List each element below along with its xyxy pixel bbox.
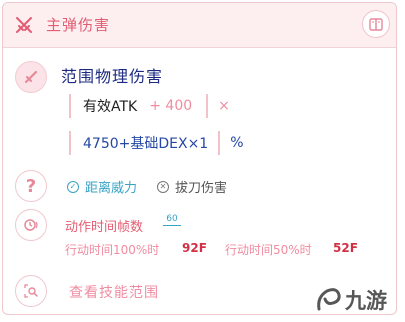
- damage-card: 主弹伤害 范围物理伤害 有效ATK + 400 × 4750+基础DEX×1 %: [2, 2, 397, 315]
- dex-formula: 4750+基础DEX×1: [83, 136, 209, 152]
- effective-atk-label: 有效ATK: [83, 99, 138, 115]
- half-speed-value: 52F: [333, 241, 358, 255]
- timer-icon: [15, 209, 47, 241]
- jiuyou-logo-icon: [317, 288, 341, 311]
- multiply-sign: ×: [218, 98, 230, 114]
- book-button[interactable]: [362, 10, 390, 38]
- range-physical-damage-title: 范围物理伤害: [61, 67, 164, 86]
- watermark-text: 九游: [345, 289, 387, 313]
- card-header: 主弹伤害: [3, 3, 396, 48]
- divider: [69, 94, 71, 118]
- divider: [218, 131, 221, 155]
- sword-icon: [15, 61, 47, 93]
- check-icon: ✓: [67, 180, 79, 193]
- dex-formula-row: 4750+基础DEX×1 %: [69, 131, 244, 155]
- crossed-swords-icon: [16, 17, 32, 33]
- watermark: 九游: [313, 285, 387, 315]
- fps-badge: 60: [163, 215, 181, 226]
- card-title: 主弹伤害: [46, 16, 111, 34]
- full-speed-value: 92F: [182, 241, 207, 255]
- half-speed-label: 行动时间50%时: [225, 243, 312, 257]
- magnify-icon[interactable]: [15, 275, 47, 307]
- distance-power-option[interactable]: ✓ 距离威力: [67, 177, 137, 196]
- divider: [69, 131, 71, 155]
- divider: [206, 94, 209, 118]
- question-icon[interactable]: ?: [15, 170, 47, 202]
- draw-damage-label: 拔刀伤害: [175, 181, 228, 196]
- percent-unit: %: [230, 135, 244, 151]
- atk-bonus: + 400: [149, 98, 193, 114]
- atk-formula-row: 有效ATK + 400 ×: [69, 94, 230, 118]
- fps-value: 60: [166, 214, 178, 224]
- action-frames-title: 动作时间帧数: [65, 220, 144, 235]
- x-circle-icon: ✕: [157, 180, 169, 193]
- book-icon: [369, 17, 383, 31]
- full-speed-label: 行动时间100%时: [65, 243, 160, 257]
- draw-damage-option[interactable]: ✕ 拔刀伤害: [157, 177, 227, 196]
- view-skill-range-link[interactable]: 查看技能范围: [69, 282, 159, 302]
- distance-power-label: 距离威力: [85, 181, 138, 196]
